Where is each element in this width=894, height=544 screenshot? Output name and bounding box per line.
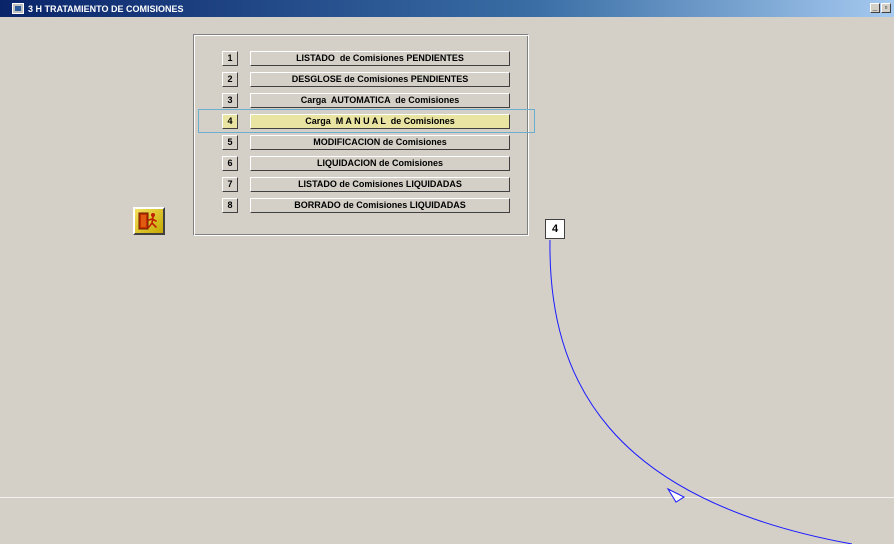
annotation-overlay [549, 239, 853, 544]
annotation-arrowhead [666, 487, 686, 503]
annotation-arc [549, 239, 853, 544]
